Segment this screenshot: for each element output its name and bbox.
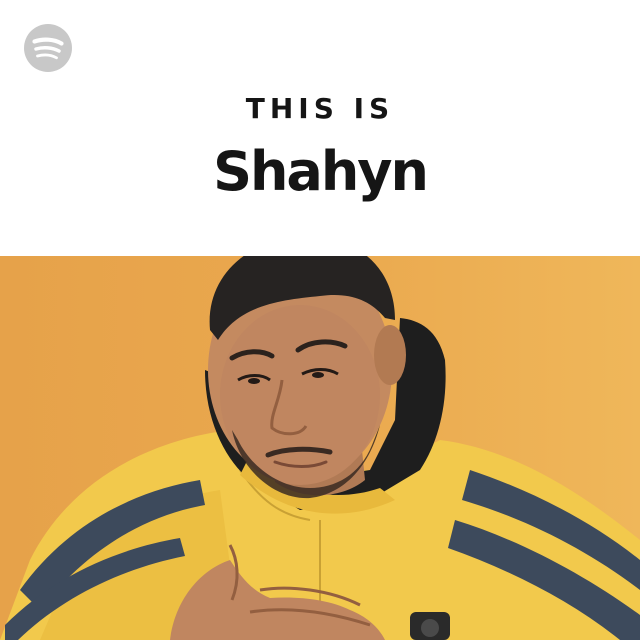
spotify-logo-icon (24, 24, 72, 72)
artist-name: Shahyn (213, 140, 429, 203)
artist-photo (0, 256, 640, 640)
this-is-heading: THIS IS (245, 92, 395, 125)
cover-header: THIS IS Shahyn (0, 0, 640, 256)
playlist-cover: THIS IS Shahyn (0, 0, 640, 640)
